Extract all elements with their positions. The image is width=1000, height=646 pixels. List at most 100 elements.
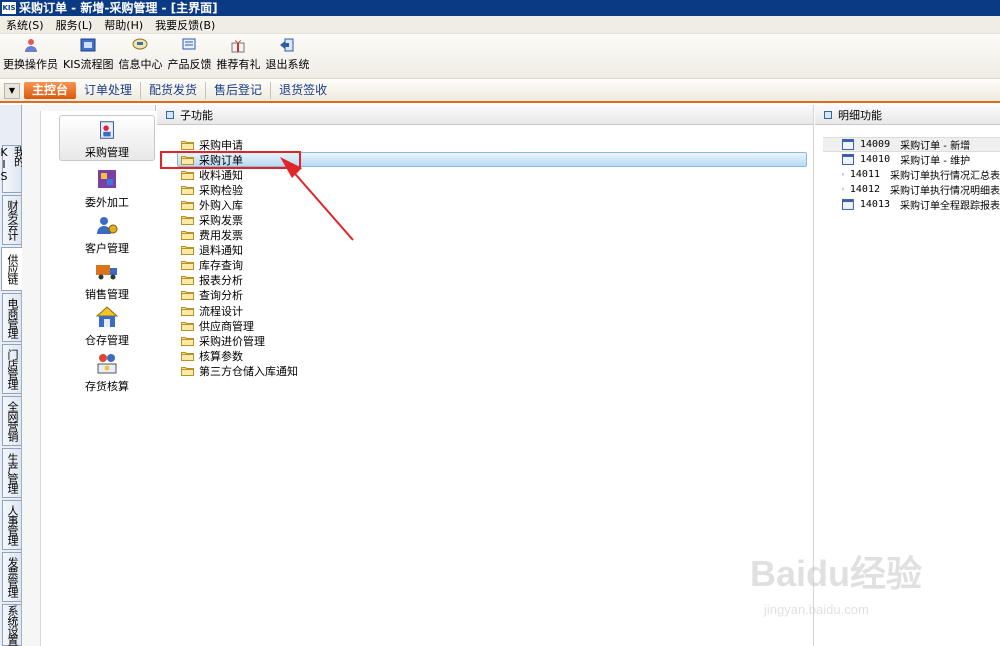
detail-item[interactable]: 14013 采购订单全程跟踪报表 bbox=[823, 197, 1000, 212]
tab-delivery[interactable]: 配货发货 bbox=[140, 82, 205, 99]
module-label: 委外加工 bbox=[85, 196, 129, 209]
detail-label: 采购订单执行情况明细表 bbox=[890, 186, 1000, 198]
menu-system[interactable]: 系统(S) bbox=[6, 17, 44, 33]
folder-icon bbox=[181, 216, 194, 226]
folder-icon bbox=[181, 231, 194, 241]
folder-icon bbox=[181, 291, 194, 301]
folder-item[interactable]: 流程设计 bbox=[181, 303, 811, 318]
vtab-finance[interactable]: 财务会计 bbox=[2, 195, 21, 245]
vtab-store[interactable]: 门店管理 bbox=[2, 344, 21, 394]
detail-item[interactable]: 14011 采购订单执行情况汇总表 bbox=[823, 167, 1000, 182]
detail-function-title: 明细功能 bbox=[838, 108, 882, 122]
toolbar-label: 推荐有礼 bbox=[216, 58, 261, 71]
recommend-button[interactable]: 推荐有礼 bbox=[216, 35, 260, 72]
square-icon bbox=[824, 110, 832, 119]
feedback-button[interactable]: 产品反馈 bbox=[167, 35, 211, 72]
vtab-invoice[interactable]: 发票管理 bbox=[2, 552, 21, 602]
folder-label: 退料通知 bbox=[199, 244, 243, 258]
baidu-watermark: Baidu经验 jingyan.baidu.com bbox=[750, 545, 990, 625]
sub-function-panel: 子功能 采购申请 采购订单 收料通知 采购检验 外购入库 采购发票 费用发票 退料通知 库存查询… bbox=[157, 105, 814, 646]
detail-label: 采购订单 - 新增 bbox=[900, 141, 971, 153]
change-operator-icon bbox=[24, 39, 37, 52]
sub-function-title: 子功能 bbox=[180, 108, 213, 122]
tab-return-receipt[interactable]: 退货签收 bbox=[270, 82, 335, 99]
flowchart-button[interactable]: KIS流程图 bbox=[63, 35, 113, 72]
folder-item[interactable]: 采购进价管理 bbox=[181, 333, 811, 348]
vtab-my-kis[interactable]: 我的KIS bbox=[0, 145, 26, 193]
detail-label: 采购订单全程跟踪报表 bbox=[900, 201, 1000, 213]
detail-function-list: 14009 采购订单 - 新增 14010 采购订单 - 维护 14011 采购订单执行情… bbox=[823, 137, 1000, 212]
change-operator-button[interactable]: 更换操作员 bbox=[3, 35, 58, 72]
folder-label: 供应商管理 bbox=[199, 319, 254, 333]
toolbar-label: KIS流程图 bbox=[63, 58, 114, 71]
detail-code: 14009 bbox=[860, 139, 891, 151]
detail-item[interactable]: 14009 采购订单 - 新增 bbox=[823, 137, 1000, 153]
folder-icon bbox=[181, 321, 194, 331]
vtab-hr[interactable]: 人事管理 bbox=[2, 500, 21, 550]
tab-after-sales[interactable]: 售后登记 bbox=[205, 82, 270, 99]
gift-icon bbox=[231, 40, 245, 53]
red-arrow-icon bbox=[280, 157, 354, 241]
tab-dropdown-button[interactable]: ▼ bbox=[4, 82, 20, 99]
vtab-marketing[interactable]: 全网营销 bbox=[2, 396, 21, 446]
info-center-button[interactable]: 信息中心 bbox=[118, 35, 162, 72]
folder-label: 费用发票 bbox=[199, 229, 243, 243]
module-warehouse[interactable]: 仓存管理 bbox=[59, 305, 155, 348]
detail-code: 14010 bbox=[860, 154, 891, 166]
folder-item[interactable]: 报表分析 bbox=[181, 273, 811, 288]
folder-item[interactable]: 库存查询 bbox=[181, 258, 811, 273]
exit-icon bbox=[280, 38, 294, 52]
module-label: 销售管理 bbox=[85, 288, 129, 301]
sub-function-header: 子功能 bbox=[157, 105, 813, 125]
detail-code: 14011 bbox=[849, 169, 880, 181]
detail-function-header: 明细功能 bbox=[815, 105, 1000, 125]
vtab-ecommerce[interactable]: 电商管理 bbox=[2, 293, 21, 342]
exit-button[interactable]: 退出系统 bbox=[265, 35, 309, 72]
flowchart-icon bbox=[80, 38, 96, 52]
tab-order-processing[interactable]: 订单处理 bbox=[76, 82, 140, 99]
module-label: 客户管理 bbox=[85, 242, 129, 255]
vtab-production[interactable]: 生产管理 bbox=[2, 448, 21, 498]
module-customer[interactable]: 客户管理 bbox=[59, 213, 155, 256]
folder-label: 第三方仓储入库通知 bbox=[199, 364, 298, 378]
vtab-settings[interactable]: 系统设置 bbox=[2, 604, 21, 646]
module-panel: 采购管理 委外加工 客户管理 销售管理 仓存管理 存货核算 bbox=[22, 105, 156, 646]
module-label: 存货核算 bbox=[85, 380, 129, 393]
tab-strip: ▼ 主控台 订单处理 配货发货 售后登记 退货签收 bbox=[0, 80, 1000, 103]
folder-item[interactable]: 供应商管理 bbox=[181, 318, 811, 333]
detail-item[interactable]: 14010 采购订单 - 维护 bbox=[823, 152, 1000, 167]
detail-label: 采购订单 - 维护 bbox=[900, 156, 971, 168]
menu-service[interactable]: 服务(L) bbox=[56, 17, 93, 33]
tab-main-console[interactable]: 主控台 bbox=[24, 82, 77, 99]
folder-icon bbox=[181, 261, 194, 271]
module-outsource[interactable]: 委外加工 bbox=[59, 167, 155, 210]
watermark-main-text: Baidu经验 bbox=[750, 553, 923, 594]
document-icon bbox=[842, 139, 854, 151]
folder-label: 采购进价管理 bbox=[199, 334, 265, 348]
vtab-supply-chain[interactable]: 供应链 bbox=[1, 247, 22, 291]
toolbar: 更换操作员 KIS流程图 信息中心 产品反馈 推荐有礼 退出系统 bbox=[0, 35, 1000, 79]
outsource-icon bbox=[98, 170, 116, 188]
folder-label: 收料通知 bbox=[199, 168, 243, 182]
folder-icon bbox=[181, 276, 194, 286]
folder-icon bbox=[181, 306, 194, 316]
folder-label: 报表分析 bbox=[199, 274, 243, 288]
title-bar: KIS 采购订单 - 新增-采购管理 - [主界面] bbox=[0, 0, 1000, 16]
detail-item[interactable]: 14012 采购订单执行情况明细表 bbox=[823, 182, 1000, 197]
triangle-down-icon: ▼ bbox=[8, 86, 16, 95]
purchase-icon bbox=[100, 121, 114, 139]
folder-item[interactable]: 第三方仓储入库通知 bbox=[181, 363, 811, 378]
folder-icon bbox=[181, 140, 194, 150]
menu-feedback[interactable]: 我要反馈(B) bbox=[155, 17, 215, 33]
feedback-icon bbox=[182, 38, 196, 50]
detail-label: 采购订单执行情况汇总表 bbox=[890, 171, 1000, 183]
module-inventory[interactable]: 存货核算 bbox=[59, 351, 155, 394]
module-list: 采购管理 委外加工 客户管理 销售管理 仓存管理 存货核算 bbox=[40, 111, 156, 646]
folder-label: 采购检验 bbox=[199, 183, 243, 197]
toolbar-label: 信息中心 bbox=[118, 58, 163, 71]
folder-item[interactable]: 核算参数 bbox=[181, 348, 811, 363]
menu-help[interactable]: 帮助(H) bbox=[104, 17, 143, 33]
folder-item[interactable]: 查询分析 bbox=[181, 288, 811, 303]
module-purchase[interactable]: 采购管理 bbox=[59, 115, 155, 161]
module-sales[interactable]: 销售管理 bbox=[59, 259, 155, 302]
